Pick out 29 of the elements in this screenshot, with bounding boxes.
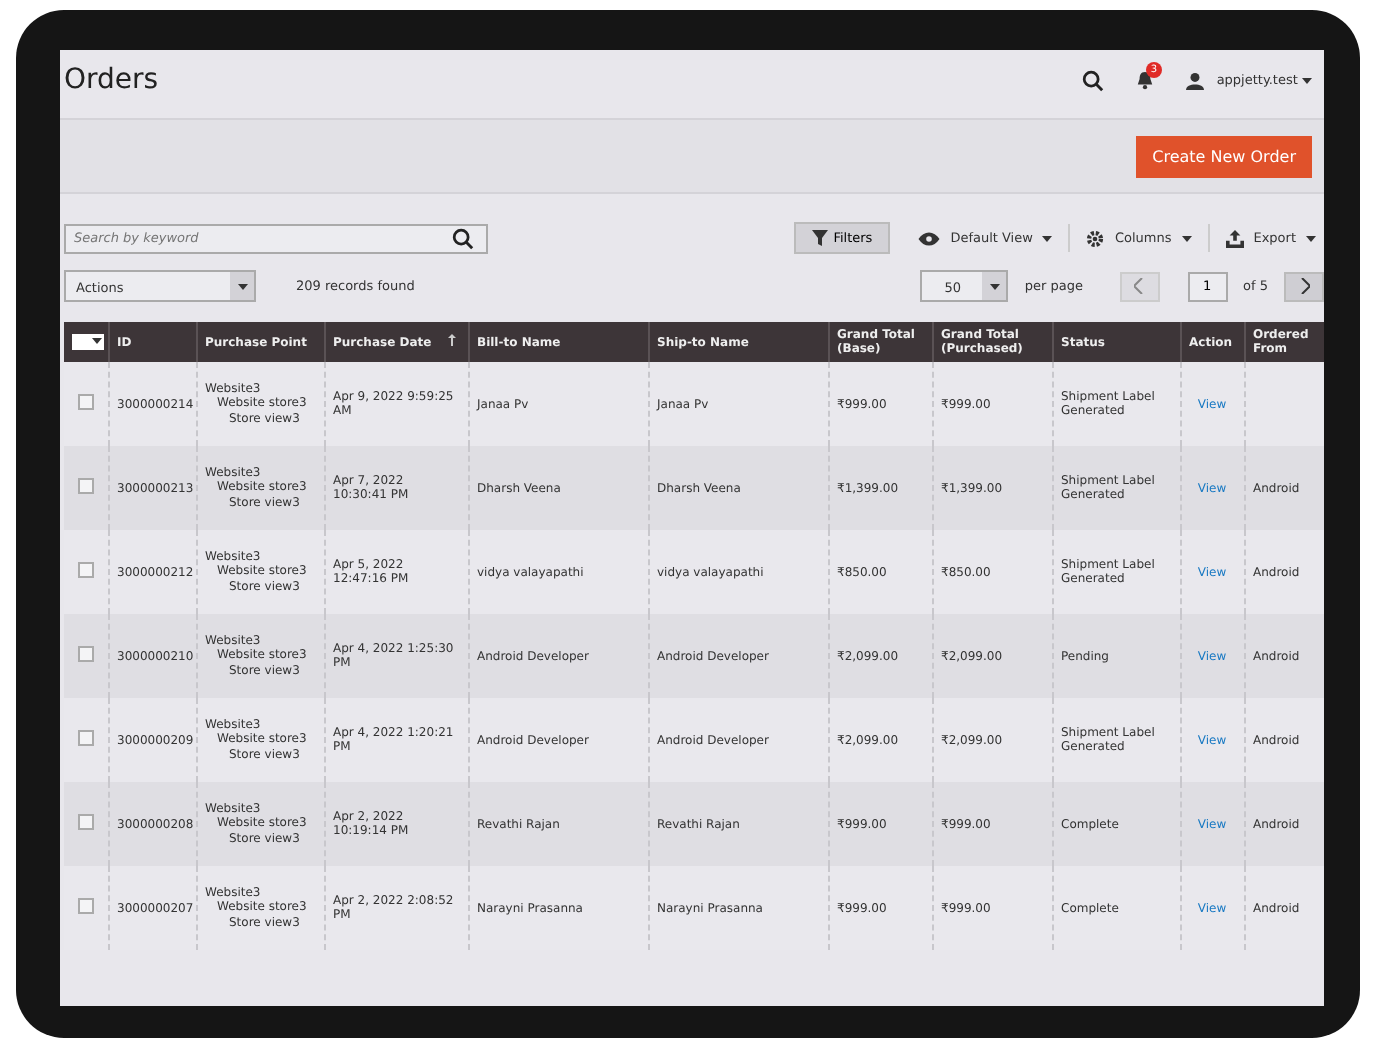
user-icon — [1186, 71, 1205, 89]
search-icon[interactable] — [1082, 69, 1105, 91]
row-checkbox[interactable] — [78, 646, 94, 662]
search-icon[interactable] — [452, 227, 474, 249]
chevron-left-icon — [1134, 278, 1145, 294]
caret-icon — [1302, 78, 1312, 84]
create-order-button[interactable]: Create New Order — [1136, 135, 1312, 177]
filter-icon — [811, 230, 828, 246]
row-checkbox[interactable] — [78, 478, 94, 494]
row-checkbox[interactable] — [78, 814, 94, 830]
gear-icon — [1086, 229, 1105, 247]
caret-icon — [1042, 235, 1053, 241]
caret-icon — [1181, 235, 1192, 241]
caret-icon — [92, 338, 102, 344]
bell-icon[interactable] — [1136, 70, 1155, 90]
previous-page-button[interactable] — [1119, 271, 1160, 301]
row-checkbox[interactable] — [78, 730, 94, 746]
caret-icon — [1306, 235, 1316, 241]
row-checkbox[interactable] — [78, 898, 94, 914]
caret-icon — [989, 283, 1000, 289]
row-checkbox[interactable] — [78, 394, 94, 410]
caret-icon — [237, 283, 247, 289]
chevron-right-icon — [1299, 278, 1309, 294]
upload-icon — [1225, 229, 1244, 247]
mass-select-dropdown[interactable] — [72, 333, 104, 349]
eye-icon — [918, 231, 941, 245]
next-page-button[interactable] — [1284, 271, 1324, 301]
page-title: Orders — [64, 64, 159, 96]
row-checkbox[interactable] — [78, 562, 94, 578]
